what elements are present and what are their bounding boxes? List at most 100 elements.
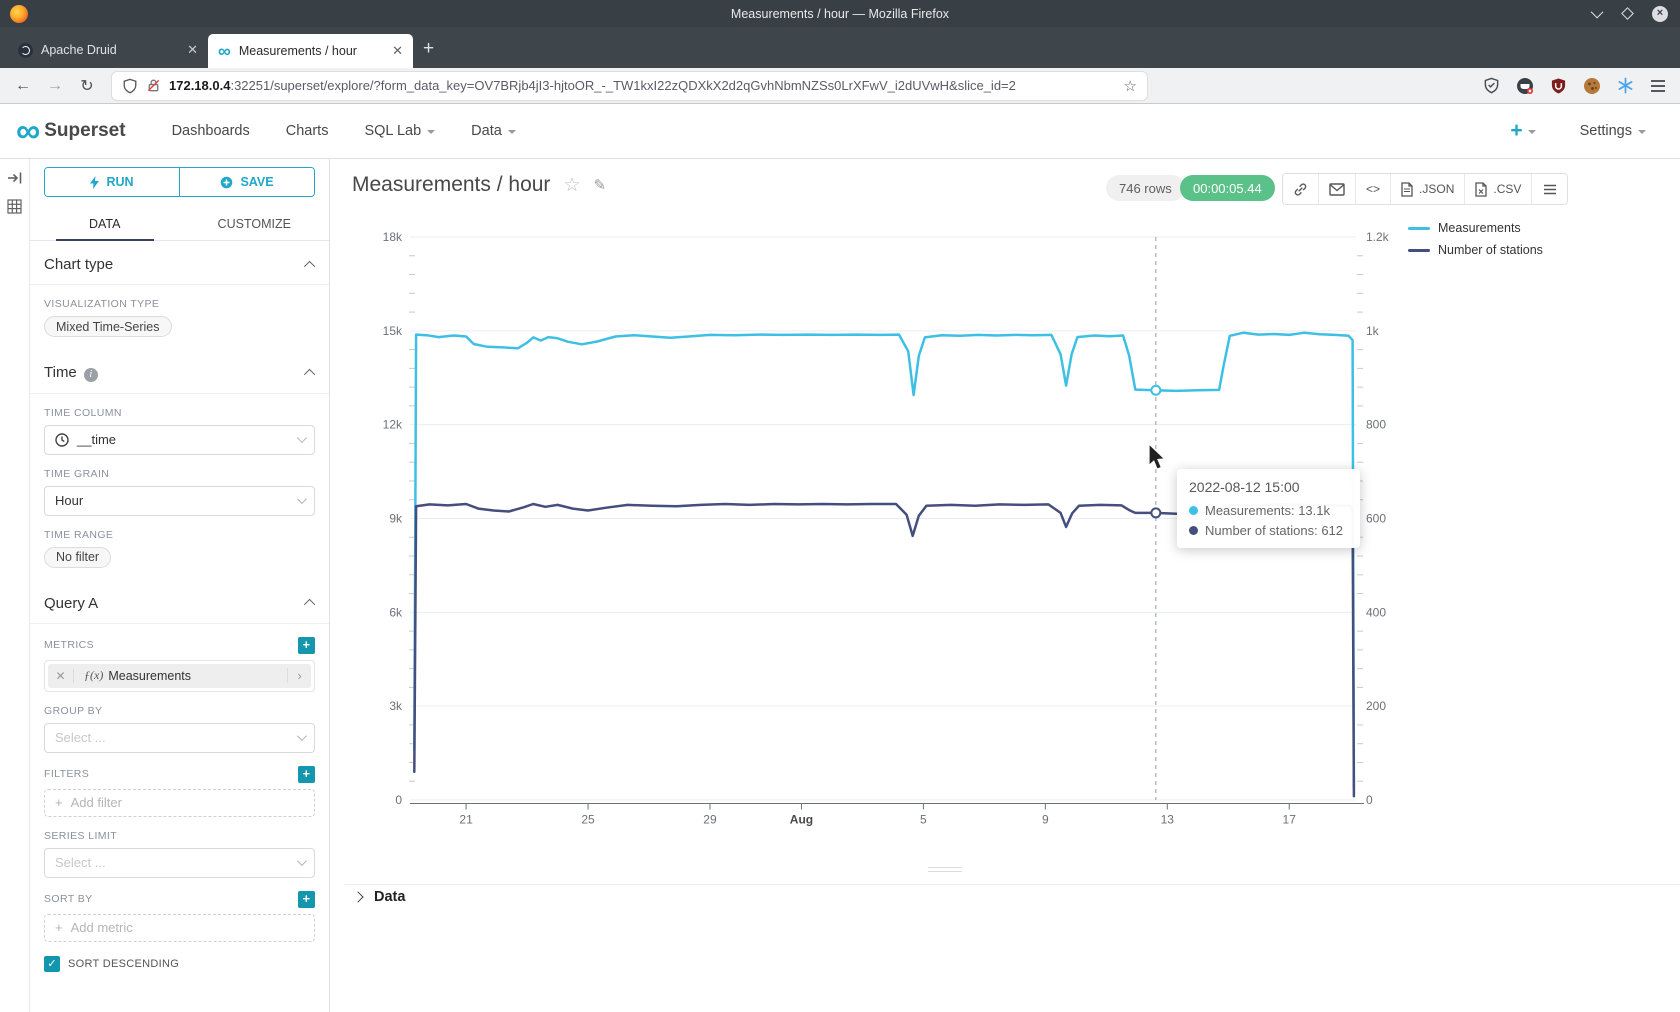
add-filter-plus-button[interactable]: + (298, 766, 315, 783)
envelope-icon (1329, 183, 1345, 196)
browser-tab-apache-druid[interactable]: Apache Druid ✕ (8, 35, 208, 65)
snowflake-extension-icon[interactable] (1617, 77, 1634, 94)
svg-text:6k: 6k (389, 605, 403, 619)
url-bar[interactable]: 172.18.0.4:32251/superset/explore/?form_… (112, 72, 1147, 100)
section-time[interactable]: Timei (30, 349, 329, 394)
panel-tabs: DATA CUSTOMIZE (30, 207, 329, 241)
series-limit-select[interactable]: Select ... (44, 848, 315, 878)
dataset-grid-icon[interactable] (7, 199, 22, 214)
svg-text:13: 13 (1161, 813, 1175, 827)
reload-button[interactable]: ↻ (74, 76, 100, 96)
add-sort-metric-plus-button[interactable]: + (298, 891, 315, 908)
ublock-origin-icon[interactable] (1550, 77, 1567, 95)
svg-text:9: 9 (1042, 813, 1049, 827)
add-filter-box[interactable]: +Add filter (44, 789, 315, 817)
remove-metric-icon[interactable]: ✕ (48, 669, 74, 683)
time-column-select[interactable]: __time (44, 425, 315, 455)
csv-label: .CSV (1493, 182, 1521, 196)
nav-label: Settings (1580, 123, 1632, 139)
window-title: Measurements / hour — Mozilla Firefox (0, 7, 1680, 21)
time-column-label: TIME COLUMN (44, 407, 315, 419)
svg-text:15k: 15k (383, 324, 403, 338)
expand-datasource-panel-icon[interactable] (7, 171, 23, 185)
tooltip-timestamp: 2022-08-12 15:00 (1189, 479, 1348, 495)
export-csv-button[interactable]: .CSV (1465, 174, 1532, 204)
nav-label: SQL Lab (364, 123, 421, 139)
edit-properties-icon[interactable]: ✎ (593, 176, 606, 194)
cookie-extension-icon[interactable] (1583, 77, 1601, 95)
window-close-button[interactable]: × (1652, 6, 1668, 22)
export-json-button[interactable]: .JSON (1391, 174, 1465, 204)
menu-hamburger-icon[interactable] (1650, 79, 1666, 93)
nav-label: Data (471, 123, 502, 139)
copy-link-button[interactable] (1283, 174, 1319, 204)
file-icon (1401, 182, 1413, 197)
superset-favicon: ∞ (218, 45, 231, 57)
legend-number-of-stations[interactable]: Number of stations (1408, 243, 1543, 257)
metric-name: Measurements (108, 669, 191, 683)
nav-item-data[interactable]: Data (471, 123, 516, 139)
placeholder-text: Select ... (55, 730, 106, 745)
new-chart-plus-button[interactable]: + (1510, 119, 1535, 143)
bookmark-star-icon[interactable]: ☆ (1124, 77, 1137, 95)
collapse-icon[interactable] (304, 260, 315, 271)
browser-tab-measurements[interactable]: ∞ Measurements / hour ✕ (208, 34, 413, 68)
tab-data[interactable]: DATA (30, 207, 180, 240)
run-button[interactable]: RUN (45, 168, 179, 196)
protections-shield-icon[interactable] (1483, 77, 1500, 94)
nav-item-sql-lab[interactable]: SQL Lab (364, 123, 435, 139)
svg-text:9k: 9k (389, 512, 403, 526)
plus-icon: + (55, 795, 63, 810)
collapse-icon[interactable] (304, 599, 315, 610)
nav-label: Dashboards (172, 123, 250, 139)
tab-customize[interactable]: CUSTOMIZE (180, 207, 330, 240)
superset-logo[interactable]: ∞ Superset (16, 120, 126, 142)
url-path: :32251/superset/explore/?form_data_key=O… (230, 78, 1015, 93)
chevron-down-icon (297, 494, 307, 504)
section-query-a[interactable]: Query A (30, 580, 329, 624)
nav-item-charts[interactable]: Charts (286, 123, 329, 139)
metrics-container: ✕ ƒ(x) Measurements › (44, 660, 315, 692)
svg-text:200: 200 (1366, 699, 1386, 713)
left-icon-rail (0, 159, 30, 1012)
results-panel-header[interactable]: Data (354, 889, 405, 905)
add-metric-plus-button[interactable]: + (298, 637, 315, 654)
time-grain-select[interactable]: Hour (44, 486, 315, 516)
window-maximize-button[interactable] (1621, 7, 1634, 20)
embed-code-button[interactable]: <> (1356, 174, 1391, 204)
metric-measurements[interactable]: ✕ ƒ(x) Measurements › (48, 664, 311, 688)
new-tab-button[interactable]: + (423, 38, 434, 60)
nav-item-dashboards[interactable]: Dashboards (172, 123, 250, 139)
tab-close-icon[interactable]: ✕ (187, 42, 198, 58)
group-by-select[interactable]: Select ... (44, 723, 315, 753)
time-range-value[interactable]: No filter (44, 547, 111, 568)
metrics-label: METRICS+ (44, 637, 315, 654)
svg-text:400: 400 (1366, 605, 1386, 619)
tracking-shield-icon[interactable] (122, 78, 138, 94)
sort-descending-checkbox[interactable]: ✓ (44, 956, 60, 972)
panel-resize-handle[interactable] (928, 867, 962, 875)
forward-button[interactable]: → (42, 77, 68, 95)
svg-text:5: 5 (920, 813, 927, 827)
privacy-mask-extension-icon[interactable] (1516, 77, 1534, 95)
section-chart-type[interactable]: Chart type (30, 241, 329, 285)
chevron-down-icon (508, 130, 516, 134)
save-button[interactable]: SAVE (179, 168, 314, 196)
legend-measurements[interactable]: Measurements (1408, 221, 1543, 235)
more-options-button[interactable] (1532, 174, 1567, 204)
email-button[interactable] (1319, 174, 1356, 204)
chevron-right-icon[interactable]: › (287, 668, 311, 683)
browser-toolbar: ← → ↻ 172.18.0.4:32251/superset/explore/… (0, 68, 1680, 104)
insecure-lock-icon[interactable] (146, 78, 161, 93)
time-grain-label: TIME GRAIN (44, 468, 315, 480)
legend-label: Number of stations (1438, 243, 1543, 257)
tab-close-icon[interactable]: ✕ (392, 43, 403, 59)
legend-line-swatch (1408, 249, 1430, 252)
add-sort-metric-box[interactable]: +Add metric (44, 914, 315, 942)
settings-menu[interactable]: Settings (1580, 123, 1646, 139)
favorite-star-icon[interactable]: ☆ (563, 174, 580, 197)
viz-type-value[interactable]: Mixed Time-Series (44, 316, 172, 337)
back-button[interactable]: ← (10, 77, 36, 95)
collapse-icon[interactable] (304, 369, 315, 380)
query-timer-badge: 00:00:05.44 (1180, 175, 1275, 201)
